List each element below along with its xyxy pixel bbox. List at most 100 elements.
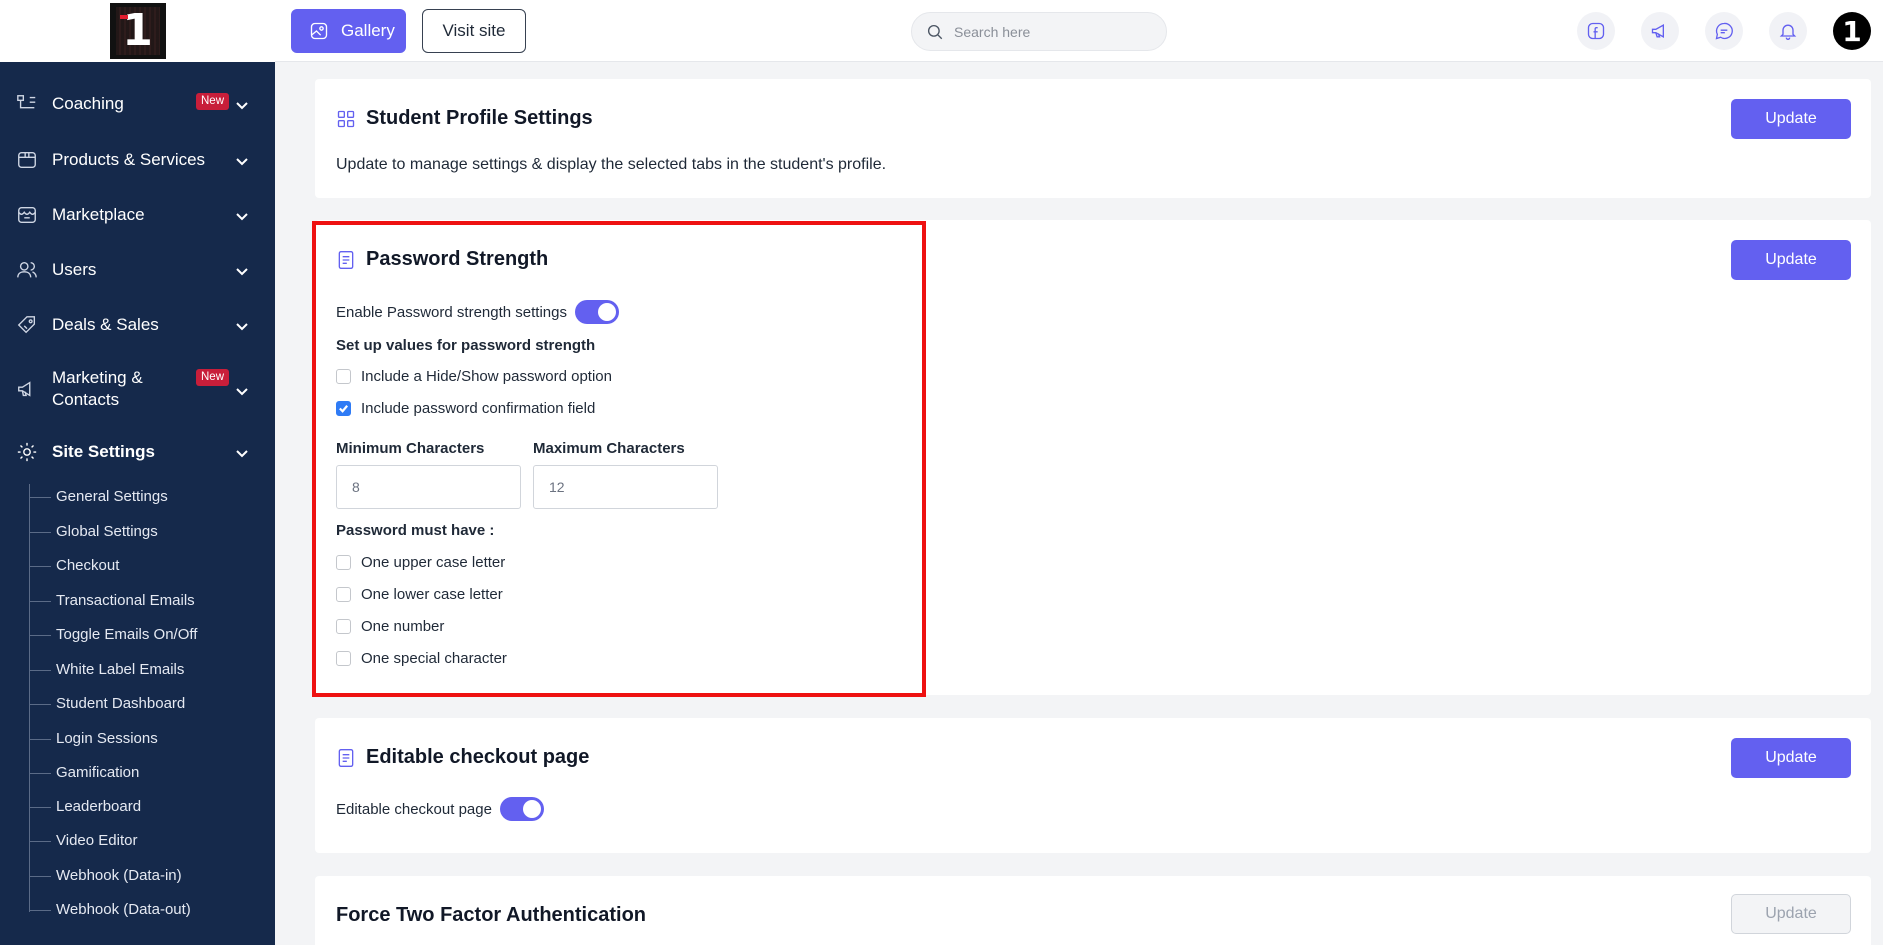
gallery-button[interactable]: Gallery	[291, 9, 406, 53]
confirmation-field-row: Include password confirmation field	[336, 400, 595, 417]
sidebar-subitem-toggle-emails[interactable]: Toggle Emails On/Off	[28, 626, 197, 644]
gallery-label: Gallery	[341, 21, 395, 40]
sidebar-item-label: Site Settings	[52, 442, 155, 461]
search-input[interactable]	[954, 23, 1154, 40]
max-characters-input[interactable]	[549, 479, 699, 495]
sidebar-subitem-transactional-emails[interactable]: Transactional Emails	[29, 592, 195, 610]
search-icon	[927, 24, 943, 39]
bell-icon[interactable]	[1769, 12, 1807, 50]
sidebar-subitem-student-dashboard[interactable]: Student Dashboard	[28, 695, 185, 713]
password-strength-card: Password Strength Update Enable Password…	[315, 220, 1871, 695]
chevron-down-icon[interactable]	[235, 263, 249, 277]
min-characters-label: Minimum Characters	[336, 440, 485, 457]
sidebar-subitem-checkout[interactable]: Checkout	[28, 557, 119, 575]
min-characters-field[interactable]	[336, 465, 521, 509]
card-title-text: Password Strength	[366, 248, 549, 270]
document-icon	[338, 250, 354, 269]
checkbox-label: One upper case letter	[361, 554, 506, 571]
enable-password-strength-row: Enable Password strength settings	[336, 300, 619, 324]
visit-site-button[interactable]: Visit site	[422, 9, 526, 53]
hide-show-checkbox[interactable]	[336, 369, 351, 384]
grid-icon	[337, 110, 355, 127]
chevron-down-icon[interactable]	[235, 97, 249, 111]
document-icon	[338, 748, 354, 767]
sidebar-subitem-white-label-emails[interactable]: White Label Emails	[28, 661, 184, 679]
gear-icon	[16, 441, 38, 463]
card-title: Editable checkout page	[336, 746, 589, 769]
sidebar-subitem-webhook-data-in[interactable]: Webhook (Data-in)	[29, 867, 182, 885]
confirmation-field-checkbox[interactable]	[336, 401, 351, 416]
lower-case-checkbox[interactable]	[336, 587, 351, 602]
chevron-down-icon[interactable]	[235, 318, 249, 332]
sidebar-subitem-video-editor[interactable]: Video Editor	[28, 832, 137, 850]
sidebar-subitem-general-settings[interactable]: General Settings	[29, 488, 168, 506]
editable-checkout-card: Editable checkout page Update Editable c…	[315, 718, 1871, 853]
update-button[interactable]: Update	[1731, 99, 1851, 139]
chevron-down-icon[interactable]	[235, 383, 249, 397]
chevron-down-icon[interactable]	[235, 208, 249, 222]
min-characters-input[interactable]	[352, 479, 502, 495]
sidebar-item-site-settings[interactable]: Site Settings	[0, 441, 275, 463]
rule-row: One number	[336, 618, 444, 635]
update-button[interactable]: Update	[1731, 894, 1851, 934]
two-factor-card: Force Two Factor Authentication Update	[315, 876, 1871, 945]
megaphone-icon	[16, 378, 38, 400]
brand-logo[interactable]: 1	[109, 3, 166, 59]
editable-checkout-toggle[interactable]	[499, 797, 544, 821]
checkbox-label: One special character	[361, 650, 507, 667]
chevron-down-icon[interactable]	[235, 445, 249, 459]
toggle-label: Editable checkout page	[336, 800, 492, 818]
megaphone-icon[interactable]	[1641, 12, 1679, 50]
sidebar-item-marketplace[interactable]: Marketplace	[0, 204, 275, 226]
update-button[interactable]: Update	[1731, 738, 1851, 778]
sidebar-subitem-webhook-data-out[interactable]: Webhook (Data-out)	[29, 901, 191, 919]
box-icon	[16, 149, 38, 171]
rule-row: One special character	[336, 650, 507, 667]
store-icon	[16, 204, 38, 226]
checkbox-label: One number	[361, 618, 445, 635]
facebook-icon[interactable]	[1577, 12, 1615, 50]
password-strength-toggle[interactable]	[574, 300, 619, 324]
gallery-icon	[310, 22, 328, 40]
sidebar: 1 Coaching New Products & Services Marke…	[0, 0, 275, 945]
sidebar-item-label: Users	[52, 260, 97, 279]
search-box[interactable]	[911, 12, 1167, 51]
update-button[interactable]: Update	[1731, 240, 1851, 280]
avatar[interactable]: 1	[1833, 12, 1871, 50]
student-profile-settings-card: Student Profile Settings Update Update t…	[315, 79, 1871, 198]
card-title-text: Student Profile Settings	[366, 107, 593, 129]
sidebar-item-label: Products & Services	[52, 150, 206, 169]
tag-icon	[16, 314, 38, 336]
upper-case-checkbox[interactable]	[336, 555, 351, 570]
card-title-text: Force Two Factor Authentication	[336, 904, 647, 926]
rule-row: One lower case letter	[336, 586, 503, 603]
max-characters-label: Maximum Characters	[533, 440, 685, 457]
max-characters-field[interactable]	[533, 465, 718, 509]
sidebar-subitem-login-sessions[interactable]: Login Sessions	[29, 730, 158, 748]
setup-heading: Set up values for password strength	[336, 337, 596, 354]
special-character-checkbox[interactable]	[336, 651, 351, 666]
chat-icon[interactable]	[1705, 12, 1743, 50]
sidebar-item-label: Marketing &	[52, 368, 143, 387]
card-description: Update to manage settings & display the …	[336, 156, 887, 173]
toggle-label: Enable Password strength settings	[336, 303, 567, 321]
chevron-down-icon[interactable]	[235, 153, 249, 167]
rule-row: One upper case letter	[336, 554, 505, 571]
checkmark-icon	[339, 405, 349, 413]
sidebar-subitem-gamification[interactable]: Gamification	[28, 764, 139, 782]
logo-area[interactable]: 1	[0, 0, 275, 62]
sidebar-item-coaching[interactable]: Coaching New	[0, 93, 275, 115]
card-title: Password Strength	[336, 248, 548, 271]
sidebar-item-products-services[interactable]: Products & Services	[0, 149, 275, 171]
sidebar-item-deals-sales[interactable]: Deals & Sales	[0, 314, 275, 336]
submenu-tree-line	[29, 484, 30, 912]
sidebar-subitem-leaderboard[interactable]: Leaderboard	[28, 798, 141, 816]
number-checkbox[interactable]	[336, 619, 351, 634]
sidebar-item-marketing-contacts[interactable]: Marketing & Contacts New	[0, 367, 275, 411]
editable-checkout-row: Editable checkout page	[336, 797, 544, 821]
checkbox-label: Include a Hide/Show password option	[361, 368, 612, 385]
sidebar-subitem-global-settings[interactable]: Global Settings	[29, 523, 158, 541]
sidebar-item-users[interactable]: Users	[0, 259, 275, 281]
sidebar-item-label: Deals & Sales	[52, 315, 159, 334]
checkbox-label: One lower case letter	[361, 586, 503, 603]
